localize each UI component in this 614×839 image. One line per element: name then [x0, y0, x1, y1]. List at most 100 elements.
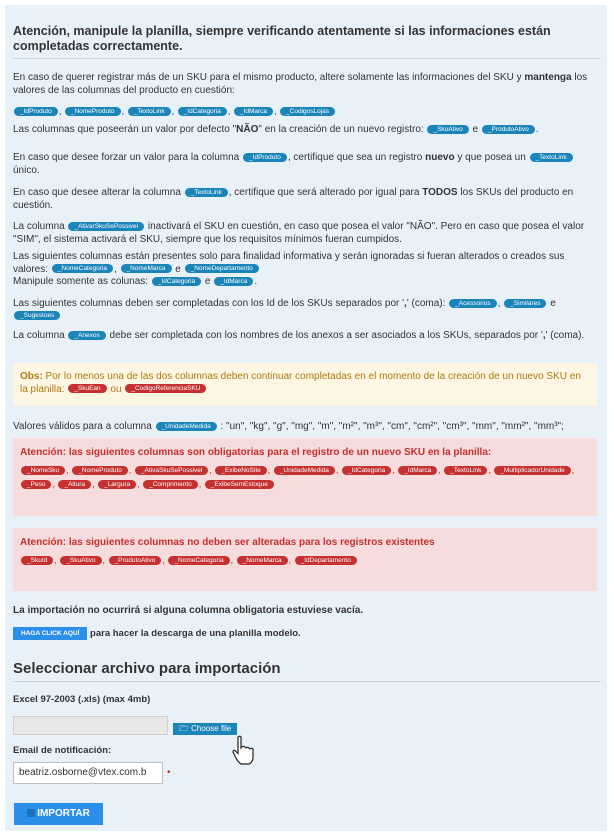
text: " en la creación de un nuevo registro:: [258, 124, 427, 135]
column-tag: _ProdutoAtivo: [481, 124, 535, 134]
column-tag: _Anexos: [68, 330, 106, 340]
column-tag: _IdProduto: [14, 107, 58, 117]
folder-icon: 🗁: [179, 724, 189, 733]
email-label: Email de notificación:: [13, 745, 112, 756]
column-tag: _IdDepartamento: [294, 556, 357, 566]
text: y que posea un: [454, 152, 529, 163]
text: La columna: [13, 330, 68, 341]
text-bold: TODOS: [422, 187, 458, 198]
column-tag: _Largura: [98, 480, 137, 490]
file-label: Excel 97-2003 (.xls) (max 4mb): [13, 694, 151, 705]
tag-list-product: _IdProduto, _NomeProduto, _TextoLink, _I…: [13, 104, 597, 118]
text: La columna: [13, 221, 68, 232]
download-template-row: HAGA CLICK AQUÍ para hacer la descarga d…: [13, 627, 597, 641]
text: : "un", "kg", "g", "mg", "m", "m²", "m³"…: [217, 421, 564, 432]
column-tag: _Acessorios: [449, 298, 497, 308]
immutable-columns-alert: Atención: las siguientes columnas no deb…: [13, 528, 597, 591]
column-tag: _TextoLink: [529, 152, 573, 162]
column-tag: _Similares: [504, 298, 547, 308]
text: ,: [113, 263, 120, 275]
column-tag: _Comprimento: [143, 480, 198, 490]
text: e: [172, 263, 184, 275]
column-tag: _NomeDepartamento: [184, 264, 259, 274]
column-tag: _TextoLink: [444, 466, 488, 476]
text: .: [254, 276, 258, 287]
import-icon: [27, 809, 36, 818]
text: , certifique que sea un registro: [287, 152, 426, 163]
text: Valores válidos para a columna: [13, 421, 155, 432]
page-title: Atención, manipule la planilla, siempre …: [13, 24, 551, 53]
section-title: Seleccionar archivo para importación: [13, 660, 281, 677]
alert-heading: Atención: las siguientes columnas no deb…: [20, 537, 435, 548]
column-tag: _IdCategoria: [341, 466, 392, 476]
text: ' (coma).: [545, 330, 585, 341]
import-button-label: IMPORTAR: [37, 808, 90, 819]
column-tag: _NomeProduto: [72, 466, 128, 476]
column-tag: _MultiplicadorUnidade: [494, 466, 571, 476]
column-tag: _TextoLink: [184, 187, 228, 197]
paragraph-force-value: En caso que desee forzar un valor para l…: [13, 152, 597, 177]
text: .: [535, 124, 539, 135]
text: Manipule somente as colunas:: [13, 276, 151, 287]
email-field[interactable]: beatriz.osborne@vtex.com.b: [13, 762, 163, 784]
text: e: [202, 276, 214, 287]
tag-list-required: _NomeSku, _NomeProduto, _AtivaSkuSePossi…: [20, 463, 590, 491]
paragraph-activate-sku: La columna _AtivarSkuSePossivel inactiva…: [13, 221, 597, 246]
column-tag: _NomeCategoria: [168, 556, 230, 566]
column-tag: _AtivarSkuSePossivel: [68, 221, 145, 231]
alert-heading: Atención: las siguientes columnas son ob…: [20, 447, 492, 458]
column-tag: _TextoLink: [127, 107, 171, 117]
file-path-field[interactable]: [13, 716, 168, 735]
column-tag: _IdMarca: [214, 276, 254, 286]
text: e: [547, 298, 556, 309]
column-tag: _UnidadeMedida: [273, 466, 335, 476]
column-tag: _ExibeSemEstoque: [204, 480, 274, 490]
required-indicator: •: [167, 767, 171, 778]
paragraph-anexos: La columna _Anexos debe ser completada c…: [13, 330, 597, 343]
column-tag: _NomeMarca: [236, 556, 288, 566]
column-tag: _CodigoReferenciaSKU: [125, 384, 207, 394]
import-note: La importación no ocurrirá si alguna col…: [13, 605, 364, 616]
text-bold: NÃO: [236, 124, 259, 135]
paragraph-default-values: Las columnas que poseerán un valor por d…: [13, 124, 597, 137]
column-tag: _UnidadeMedida: [155, 421, 217, 431]
divider: [13, 681, 601, 682]
paragraph-multiple-sku: En caso de querer registrar más de un SK…: [13, 72, 597, 97]
text-bold: mantenga: [524, 72, 572, 83]
column-tag: _CodigosLojas: [280, 107, 336, 117]
download-template-button[interactable]: HAGA CLICK AQUÍ: [13, 627, 88, 640]
column-tag: _IdProduto: [243, 152, 287, 162]
column-tag: _NomeSku: [21, 466, 66, 476]
column-tag: _SkuAtivo: [427, 124, 469, 134]
column-tag: _IdCategoria: [151, 276, 202, 286]
text: En caso que desee forzar un valor para l…: [13, 152, 243, 163]
column-tag: _Sugestoes: [14, 311, 61, 321]
choose-file-label: Choose file: [191, 724, 232, 733]
text: debe ser completada con los nombres de l…: [106, 330, 543, 341]
import-button[interactable]: IMPORTAR: [14, 803, 103, 825]
text: ' (coma):: [406, 298, 449, 309]
column-tag: _IdCategoria: [177, 107, 227, 117]
text: Las siguientes columnas deben ser comple…: [13, 298, 405, 309]
paragraph-alter-textolink: En caso que desee alterar la columna _Te…: [13, 187, 597, 212]
text: ou: [107, 383, 125, 395]
import-panel: Atención, manipule la planilla, siempre …: [5, 5, 607, 831]
paragraph-informative-columns: Las siguientes columnas están presentes …: [13, 251, 597, 289]
column-tag: _Altura: [58, 480, 92, 490]
text: En caso de querer registrar más de un SK…: [13, 72, 525, 83]
column-tag: _ProdutoAtivo: [108, 556, 162, 566]
column-tag: _SkuEan: [68, 384, 107, 394]
text: , certifique que será alterado por igual…: [228, 187, 423, 198]
column-tag: _ExibeNoSite: [215, 466, 267, 476]
column-tag: _IdMarca: [398, 466, 438, 476]
hand-cursor-icon: [232, 735, 254, 765]
text: único.: [13, 164, 40, 176]
paragraph-valid-values: Valores válidos para a columna _UnidadeM…: [13, 421, 597, 434]
divider: [13, 58, 601, 59]
column-tag: _SkuId: [21, 556, 54, 566]
column-tag: _IdMarca: [233, 107, 274, 117]
text: Las columnas que poseerán un valor por d…: [13, 124, 237, 135]
column-tag: _NomeCategoria: [51, 264, 113, 274]
column-tag: _AtivaSkuSePossivel: [134, 466, 209, 476]
choose-file-button[interactable]: 🗁 Choose file: [173, 723, 238, 735]
